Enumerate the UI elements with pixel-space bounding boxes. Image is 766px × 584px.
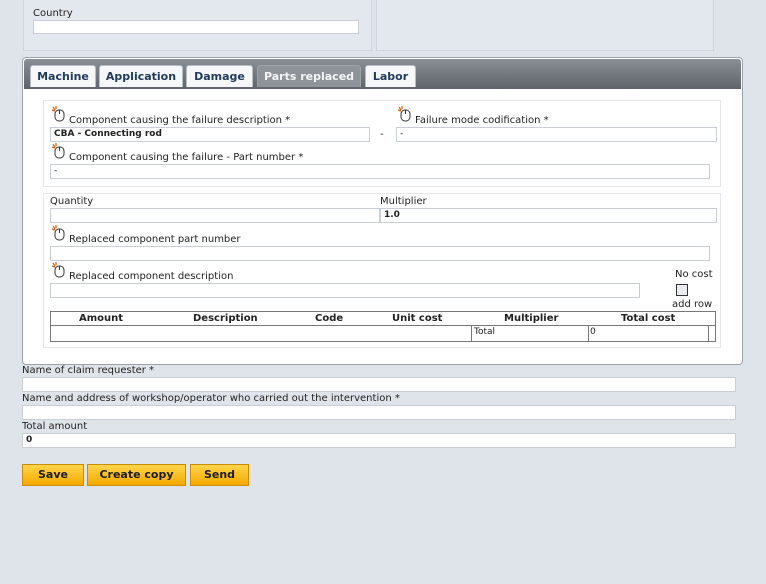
- total-amount-input[interactable]: 0: [22, 433, 736, 448]
- workshop-input[interactable]: [22, 405, 736, 420]
- total-value-cell: 0: [588, 326, 709, 341]
- replaced-part-number-input[interactable]: [50, 246, 710, 261]
- help-icon[interactable]: [51, 262, 65, 278]
- total-amount-label: Total amount: [22, 421, 88, 432]
- col-description: Description: [193, 313, 258, 324]
- cost-table: Amount Description Code Unit cost Multip…: [50, 311, 716, 342]
- total-label-cell: Total: [471, 326, 589, 341]
- tab-labor[interactable]: Labor: [365, 65, 416, 87]
- cost-table-header-row: Amount Description Code Unit cost Multip…: [51, 312, 715, 326]
- replaced-description-input[interactable]: [50, 283, 640, 298]
- help-icon[interactable]: [397, 106, 411, 122]
- component-desc-input[interactable]: CBA - Connecting rod: [50, 127, 370, 142]
- failure-mode-input[interactable]: -: [396, 127, 717, 142]
- part-number-input[interactable]: -: [50, 164, 710, 179]
- add-row-link[interactable]: add row: [672, 299, 712, 310]
- create-copy-button[interactable]: Create copy: [87, 464, 186, 486]
- col-code: Code: [315, 313, 344, 324]
- help-icon[interactable]: [51, 225, 65, 241]
- no-cost-label: No cost: [675, 269, 713, 280]
- send-button[interactable]: Send: [190, 464, 249, 486]
- component-desc-label: Component causing the failure descriptio…: [69, 115, 291, 126]
- save-button[interactable]: Save: [22, 464, 84, 486]
- quantity-label: Quantity: [50, 196, 94, 207]
- failure-mode-label: Failure mode codification *: [415, 115, 549, 126]
- multiplier-input[interactable]: 1.0: [380, 208, 717, 223]
- requester-label: Name of claim requester *: [22, 365, 155, 376]
- replaced-part-number-label: Replaced component part number: [69, 234, 241, 245]
- total-label: Total: [474, 327, 496, 337]
- col-total-cost: Total cost: [621, 313, 676, 324]
- col-unit-cost: Unit cost: [392, 313, 443, 324]
- multiplier-label: Multiplier: [380, 196, 427, 207]
- separator-dash: -: [380, 129, 384, 140]
- tab-damage[interactable]: Damage: [186, 65, 253, 87]
- workshop-label: Name and address of workshop/operator wh…: [22, 393, 400, 404]
- tab-application[interactable]: Application: [99, 65, 183, 87]
- right-top-panel: [376, 0, 714, 51]
- country-input[interactable]: [33, 20, 359, 34]
- country-label: Country: [33, 8, 73, 19]
- tab-bar: Machine Application Damage Parts replace…: [24, 59, 741, 89]
- quantity-input[interactable]: [50, 208, 380, 223]
- help-icon[interactable]: [51, 143, 65, 159]
- part-number-label: Component causing the failure - Part num…: [69, 152, 304, 163]
- tab-machine[interactable]: Machine: [30, 65, 96, 87]
- col-multiplier: Multiplier: [504, 313, 559, 324]
- col-amount: Amount: [79, 313, 124, 324]
- replaced-description-label: Replaced component description: [69, 271, 234, 282]
- tab-parts-replaced[interactable]: Parts replaced: [257, 65, 361, 87]
- total-value: 0: [590, 327, 596, 337]
- requester-input[interactable]: [22, 377, 736, 392]
- help-icon[interactable]: [51, 106, 65, 122]
- no-cost-checkbox[interactable]: [676, 284, 688, 296]
